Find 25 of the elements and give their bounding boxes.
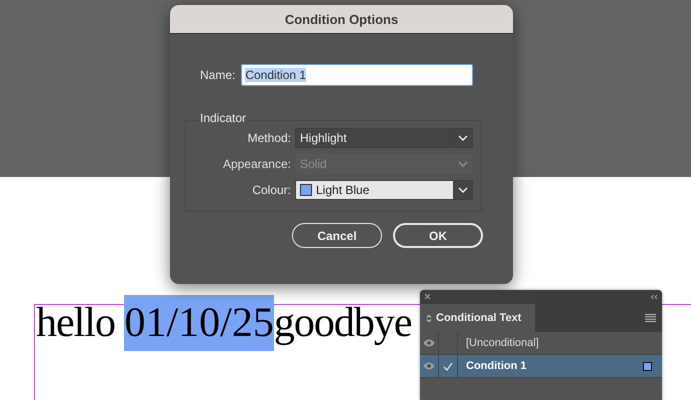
sort-icon <box>426 314 432 322</box>
body-text: goodbye <box>274 299 412 348</box>
menu-icon[interactable] <box>645 314 656 322</box>
chevron-icon <box>458 160 468 166</box>
panel-tab[interactable]: Conditional Text <box>420 304 536 332</box>
condition-label: [Unconditional] <box>465 337 540 349</box>
group-label: Indicator <box>198 111 248 125</box>
colour-dropdown[interactable]: Light Blue <box>295 180 473 200</box>
eye-icon[interactable] <box>423 339 435 347</box>
dropdown[interactable]: Highlight <box>295 128 473 148</box>
condition-row[interactable]: Condition 1 <box>420 355 662 378</box>
dialog-title: Condition Options <box>170 5 513 34</box>
highlighted-text: 01/10/25 <box>124 295 274 351</box>
field-label: Name: <box>200 68 236 82</box>
field-label: Colour: <box>252 182 291 196</box>
cancel-button[interactable]: Cancel <box>292 223 382 248</box>
eye-icon[interactable] <box>423 362 435 370</box>
ok-button[interactable]: OK <box>393 223 483 248</box>
chevron-icon <box>458 186 468 192</box>
condition-label: Condition 1 <box>465 360 528 372</box>
chevron-icon <box>458 134 468 140</box>
field-label: Method: <box>248 130 291 144</box>
body-text: hello <box>36 299 116 348</box>
name-field[interactable]: Condition 1 <box>241 64 473 86</box>
field-label: Appearance: <box>222 156 291 170</box>
